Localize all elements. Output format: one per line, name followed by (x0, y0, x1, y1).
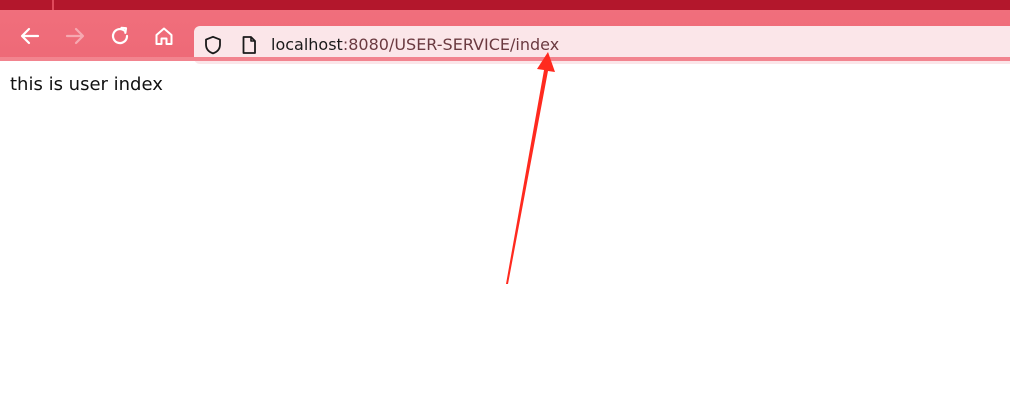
tab-separator (52, 0, 54, 10)
toolbar-bottom-edge (0, 57, 1010, 61)
home-icon (155, 27, 173, 45)
browser-toolbar: localhost:8080/USER-SERVICE/index (0, 10, 1010, 64)
forward-button[interactable] (62, 23, 88, 49)
window-title-strip (0, 0, 1010, 10)
home-button[interactable] (151, 23, 177, 49)
forward-arrow-icon (65, 27, 85, 45)
url-text[interactable]: localhost:8080/USER-SERVICE/index (271, 35, 559, 55)
shield-icon[interactable] (203, 35, 223, 55)
url-host: localhost (271, 35, 343, 54)
back-button[interactable] (17, 23, 43, 49)
back-arrow-icon (20, 27, 40, 45)
reload-button[interactable] (107, 23, 133, 49)
reload-icon (111, 26, 129, 45)
page-body-text: this is user index (10, 74, 163, 95)
url-path: :8080/USER-SERVICE/index (342, 35, 560, 54)
page-icon[interactable] (239, 35, 259, 55)
